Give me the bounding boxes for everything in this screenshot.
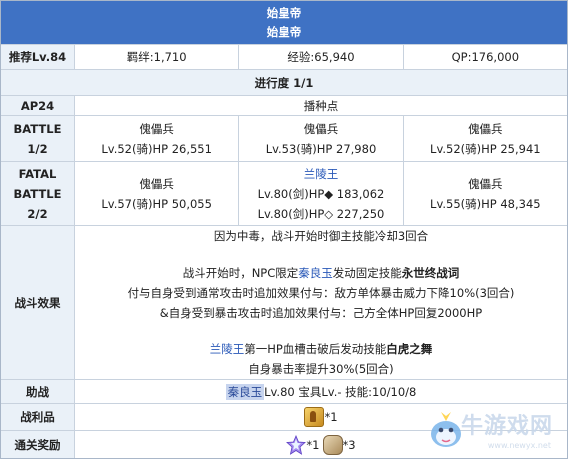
battle-2-enemy-left: 傀儡兵 Lv.57(骑)HP 50,055 — [75, 162, 240, 225]
battle-1-label-line1: BATTLE — [13, 121, 62, 136]
npc-link[interactable]: 秦良玉 — [298, 266, 333, 280]
enemy-name: 傀儡兵 — [139, 121, 174, 136]
battle-1-label: BATTLE 1/2 — [1, 116, 75, 161]
reward-count-2: *3 — [342, 437, 356, 452]
quest-title: 始皇帝 — [266, 5, 302, 20]
enemy-name: 傀儡兵 — [139, 176, 174, 191]
boss-name-link[interactable]: 兰陵王 — [304, 164, 339, 184]
battle-1-row: BATTLE 1/2 傀儡兵 Lv.52(骑)HP 26,551 傀儡兵 Lv.… — [1, 116, 567, 162]
battle-1-enemy-3: 傀儡兵 Lv.52(骑)HP 25,941 — [404, 116, 567, 161]
saint-quartz-icon[interactable] — [286, 434, 307, 455]
watermark-text: 牛游戏网 — [460, 414, 553, 439]
effects-row: 战斗效果 因为中毒，战斗开始时御主技能冷却3回合 战斗开始时，NPC限定秦良玉发… — [1, 226, 567, 380]
effect-line-5-mid: 第一HP血槽击破后发动技能 — [244, 342, 387, 356]
enemy-stats: Lv.57(骑)HP 50,055 — [101, 196, 212, 211]
effect-line-6: 自身暴击率提升30%(5回合) — [248, 362, 394, 376]
battle-2-label-line2: BATTLE — [13, 186, 62, 201]
battle-2-enemy-right: 傀儡兵 Lv.55(骑)HP 48,345 — [404, 162, 567, 225]
battle-2-label-line1: FATAL — [18, 166, 57, 181]
effects-label: 战斗效果 — [1, 226, 75, 379]
effect-line-2: 战斗开始时，NPC限定秦良玉发动固定技能永世终战词 — [183, 263, 460, 283]
boss-stats-1: Lv.80(剑)HP◆ 183,062 — [257, 186, 385, 201]
quest-info-table: 始皇帝 始皇帝 推荐Lv.84 羁绊:1,710 经验:65,940 QP:17… — [0, 0, 568, 459]
enemy-stats: Lv.53(骑)HP 27,980 — [265, 141, 377, 156]
effect-line-5: 兰陵王第一HP血槽击破后发动技能白虎之舞 — [210, 339, 433, 359]
progress-label: 进行度 1/1 — [1, 70, 567, 95]
enemy-stats: Lv.55(骑)HP 48,345 — [430, 196, 541, 211]
boss-stats-2: Lv.80(剑)HP◇ 227,250 — [257, 206, 385, 221]
enemy-stats: Lv.52(骑)HP 25,941 — [430, 141, 541, 156]
watermark-mascot-icon — [431, 412, 461, 447]
enemy-name: 傀儡兵 — [468, 176, 503, 191]
skill-name: 永世终战词 — [401, 265, 460, 280]
enemy-name: 傀儡兵 — [303, 121, 339, 136]
ap-row: AP24 播种点 — [1, 96, 567, 116]
battle-1-enemy-2: 傀儡兵 Lv.53(骑)HP 27,980 — [239, 116, 404, 161]
quest-subtitle: 始皇帝 — [266, 24, 302, 39]
bronze-coin-icon[interactable] — [304, 407, 325, 427]
qp-value: QP:176,000 — [451, 50, 520, 64]
bag-icon[interactable] — [322, 434, 343, 455]
enemy-stats: Lv.52(骑)HP 26,551 — [101, 141, 212, 156]
watermark-url: www.newyx.net — [487, 441, 551, 450]
effect-line-3: 付与自身受到通常攻击时追加效果付与：敌方单体暴击威力下降10%(3回合) — [127, 285, 515, 300]
enemy-name: 傀儡兵 — [468, 121, 503, 136]
ap-label: AP24 — [1, 96, 75, 115]
battle-2-label-line3: 2/2 — [27, 206, 48, 221]
effect-line-2-mid: 发动固定技能 — [332, 265, 402, 280]
recommend-label: 推荐Lv.84 — [1, 45, 75, 69]
ap-location: 播种点 — [303, 98, 339, 113]
quest-title-cell: 始皇帝 始皇帝 — [1, 1, 567, 44]
effects-text: 因为中毒，战斗开始时御主技能冷却3回合 战斗开始时，NPC限定秦良玉发动固定技能… — [75, 226, 567, 379]
battle-2-boss: 兰陵王 Lv.80(剑)HP◆ 183,062 Lv.80(剑)HP◇ 227,… — [239, 162, 404, 225]
exp-value: 经验:65,940 — [239, 45, 404, 69]
recommend-row: 推荐Lv.84 羁绊:1,710 经验:65,940 QP:176,000 — [1, 45, 567, 70]
boss-link[interactable]: 兰陵王 — [210, 342, 245, 356]
loot-count: *1 — [324, 410, 338, 424]
bond-value: 羁绊:1,710 — [75, 45, 240, 69]
support-servant-link[interactable]: 秦良玉 — [225, 383, 265, 400]
battle-2-row: FATAL BATTLE 2/2 傀儡兵 Lv.57(骑)HP 50,055 兰… — [1, 162, 567, 226]
battle-2-label: FATAL BATTLE 2/2 — [1, 162, 75, 225]
reward-label: 通关奖励 — [1, 431, 75, 458]
watermark: 牛游戏网 www.newyx.net — [421, 388, 561, 454]
effect-line-4: &自身受到暴击攻击时追加效果付与：己方全体HP回复2000HP — [159, 305, 483, 320]
skill-name: 白虎之舞 — [386, 342, 433, 356]
support-label: 助战 — [1, 380, 75, 403]
support-details: Lv.80 宝具Lv.- 技能:10/10/8 — [264, 384, 417, 399]
effect-line-1: 因为中毒，战斗开始时御主技能冷却3回合 — [213, 229, 429, 243]
battle-1-label-line2: 1/2 — [27, 141, 48, 156]
reward-count-1: *1 — [306, 437, 320, 452]
loot-label: 战利品 — [1, 404, 75, 430]
battle-1-enemy-1: 傀儡兵 Lv.52(骑)HP 26,551 — [75, 116, 240, 161]
effect-line-2-prefix: 战斗开始时，NPC限定 — [182, 265, 299, 280]
progress-row: 进行度 1/1 — [1, 70, 567, 96]
quest-header: 始皇帝 始皇帝 — [1, 1, 567, 45]
